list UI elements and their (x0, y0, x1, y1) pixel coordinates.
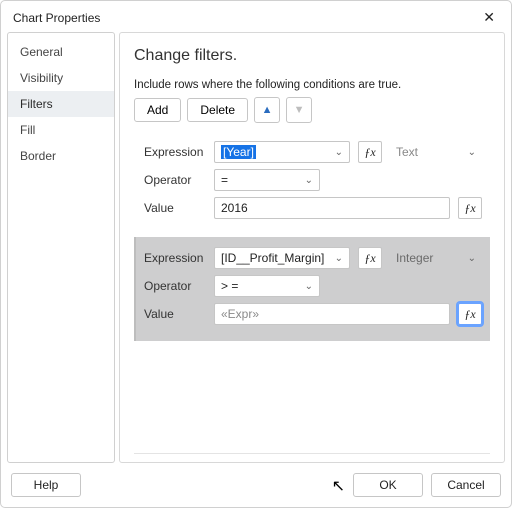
chevron-down-icon: ⌄ (299, 175, 319, 186)
ok-button[interactable]: OK (353, 473, 423, 497)
filter-block[interactable]: Expression[Year]⌄ƒxText⌄Operator=⌄Value2… (134, 131, 490, 235)
expression-label: Expression (144, 145, 206, 159)
expression-value: [ID__Profit_Margin] (215, 251, 329, 265)
chevron-down-icon: ⌄ (329, 253, 349, 264)
move-up-button[interactable]: ▲ (254, 97, 280, 123)
value-fx-button[interactable]: ƒx (458, 197, 482, 219)
value-label: Value (144, 307, 206, 321)
type-value: Integer (390, 251, 462, 265)
panel-title: Change filters. (134, 47, 490, 65)
chevron-down-icon: ⌄ (462, 147, 482, 158)
sidebar-item-fill[interactable]: Fill (8, 117, 114, 143)
help-button[interactable]: Help (11, 473, 81, 497)
value-input[interactable]: «Expr» (214, 303, 450, 325)
type-value: Text (390, 145, 462, 159)
sidebar: GeneralVisibilityFiltersFillBorder (7, 32, 115, 463)
chevron-down-icon: ⌄ (329, 147, 349, 158)
expression-combo[interactable]: [ID__Profit_Margin]⌄ (214, 247, 350, 269)
dialog-body: GeneralVisibilityFiltersFillBorder Chang… (1, 32, 511, 467)
expression-fx-button[interactable]: ƒx (358, 141, 382, 163)
type-combo[interactable]: Integer⌄ (390, 247, 482, 269)
titlebar: Chart Properties ✕ (1, 1, 511, 32)
operator-combo[interactable]: =⌄ (214, 169, 320, 191)
add-button[interactable]: Add (134, 98, 181, 122)
operator-combo[interactable]: > =⌄ (214, 275, 320, 297)
arrow-up-icon: ▲ (262, 104, 273, 116)
value-input[interactable]: 2016 (214, 197, 450, 219)
window-title: Chart Properties (13, 11, 100, 25)
cancel-button[interactable]: Cancel (431, 473, 501, 497)
expression-value: [Year] (215, 145, 329, 159)
sidebar-item-filters[interactable]: Filters (8, 91, 114, 117)
chart-properties-dialog: Chart Properties ✕ GeneralVisibilityFilt… (0, 0, 512, 508)
operator-label: Operator (144, 173, 206, 187)
mouse-cursor-icon: ↖ (332, 476, 345, 496)
sidebar-item-visibility[interactable]: Visibility (8, 65, 114, 91)
filter-block[interactable]: Expression[ID__Profit_Margin]⌄ƒxInteger⌄… (134, 237, 490, 341)
main-panel: Change filters. Include rows where the f… (119, 32, 505, 463)
chevron-down-icon: ⌄ (299, 281, 319, 292)
operator-value: > = (215, 279, 299, 293)
value-label: Value (144, 201, 206, 215)
chevron-down-icon: ⌄ (462, 253, 482, 264)
sidebar-item-general[interactable]: General (8, 39, 114, 65)
value-fx-button[interactable]: ƒx (458, 303, 482, 325)
filters-list: Expression[Year]⌄ƒxText⌄Operator=⌄Value2… (134, 131, 490, 454)
type-combo[interactable]: Text⌄ (390, 141, 482, 163)
expression-fx-button[interactable]: ƒx (358, 247, 382, 269)
arrow-down-icon: ▼ (294, 104, 305, 116)
expression-label: Expression (144, 251, 206, 265)
filters-toolbar: Add Delete ▲ ▼ (134, 97, 490, 123)
sidebar-item-border[interactable]: Border (8, 143, 114, 169)
delete-button[interactable]: Delete (187, 98, 248, 122)
panel-subtitle: Include rows where the following conditi… (134, 79, 490, 91)
move-down-button[interactable]: ▼ (286, 97, 312, 123)
expression-combo[interactable]: [Year]⌄ (214, 141, 350, 163)
dialog-footer: Help ↖ OK Cancel (1, 467, 511, 507)
close-icon[interactable]: ✕ (477, 7, 501, 28)
operator-label: Operator (144, 279, 206, 293)
operator-value: = (215, 173, 299, 187)
